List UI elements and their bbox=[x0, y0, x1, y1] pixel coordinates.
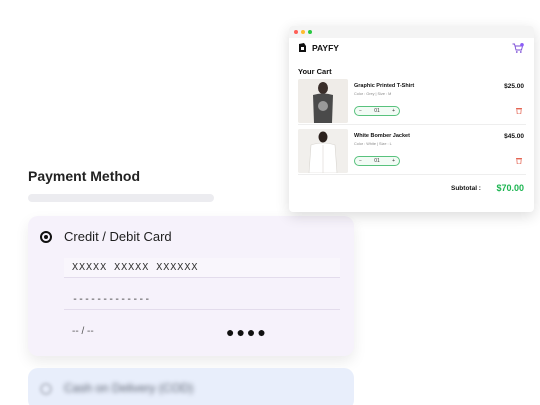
title-underline-bar bbox=[28, 194, 214, 202]
minimize-dot-icon[interactable] bbox=[301, 30, 305, 34]
window-titlebar bbox=[289, 26, 534, 38]
payment-method-title: Payment Method bbox=[28, 168, 141, 184]
cart-icon[interactable] bbox=[512, 43, 524, 54]
close-dot-icon[interactable] bbox=[294, 30, 298, 34]
brand-header[interactable]: PAYFY bbox=[298, 43, 339, 53]
cart-item: White Bomber Jacket Color : White | Size… bbox=[298, 129, 526, 175]
expiry-field[interactable]: -- / -- bbox=[64, 326, 94, 337]
trash-icon[interactable] bbox=[516, 157, 522, 164]
item-name: Graphic Printed T-Shirt bbox=[354, 83, 415, 89]
item-meta: Color : Grey | Size : M bbox=[354, 92, 392, 96]
jacket-product-image bbox=[298, 129, 348, 173]
quantity-value: 01 bbox=[374, 107, 380, 114]
cardholder-name-field[interactable]: ------------- bbox=[64, 290, 340, 310]
quantity-value: 01 bbox=[374, 157, 380, 164]
card-payment-option[interactable]: Credit / Debit Card XXXXX XXXXX XXXXXX -… bbox=[28, 216, 354, 356]
item-price: $25.00 bbox=[504, 83, 524, 90]
increment-button[interactable]: + bbox=[392, 158, 395, 164]
card-number-field[interactable]: XXXXX XXXXX XXXXXX bbox=[64, 258, 340, 278]
subtotal-label: Subtotal : bbox=[451, 185, 481, 192]
decrement-button[interactable]: − bbox=[359, 158, 362, 164]
cart-title: Your Cart bbox=[298, 67, 332, 76]
tshirt-product-image bbox=[298, 79, 348, 123]
item-price: $45.00 bbox=[504, 133, 524, 140]
quantity-stepper[interactable]: − 01 + bbox=[354, 106, 400, 116]
cod-payment-option[interactable]: Cash on Delivery (COD) bbox=[28, 368, 354, 405]
payfy-logo-icon bbox=[299, 43, 306, 52]
item-name: White Bomber Jacket bbox=[354, 133, 410, 139]
trash-icon[interactable] bbox=[516, 107, 522, 114]
cart-item: Graphic Printed T-Shirt Color : Grey | S… bbox=[298, 79, 526, 125]
card-radio-selected[interactable] bbox=[40, 231, 52, 243]
increment-button[interactable]: + bbox=[392, 108, 395, 114]
cvv-field[interactable]: ●●●● bbox=[226, 324, 268, 340]
quantity-stepper[interactable]: − 01 + bbox=[354, 156, 400, 166]
brand-name: PAYFY bbox=[312, 43, 339, 53]
decrement-button[interactable]: − bbox=[359, 108, 362, 114]
item-meta: Color : White | Size : L bbox=[354, 142, 392, 146]
cart-window: PAYFY Your Cart Graphic Printed T-Shirt … bbox=[289, 26, 534, 212]
maximize-dot-icon[interactable] bbox=[308, 30, 312, 34]
cod-radio[interactable] bbox=[40, 383, 52, 395]
cod-option-label: Cash on Delivery (COD) bbox=[64, 381, 194, 395]
subtotal-value: $70.00 bbox=[496, 183, 524, 193]
card-option-label: Credit / Debit Card bbox=[64, 229, 172, 244]
